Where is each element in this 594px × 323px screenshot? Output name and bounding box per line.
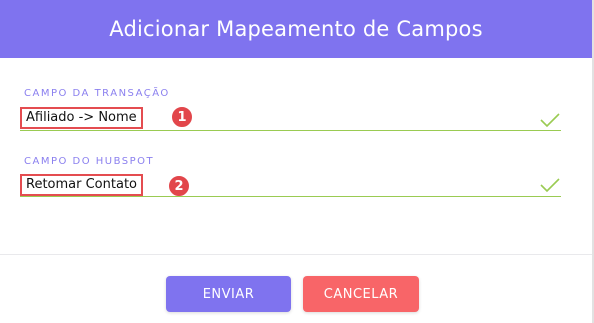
hubspot-field-label: CAMPO DO HUBSPOT [24,156,155,167]
add-field-mapping-dialog: Adicionar Mapeamento de Campos CAMPO DA … [0,0,594,323]
hubspot-field-input[interactable]: Retomar Contato [20,174,143,196]
hubspot-field-group: CAMPO DO HUBSPOT Retomar Contato 2 [20,156,561,200]
check-icon [540,113,560,128]
submit-button[interactable]: ENVIAR [166,276,291,312]
transaction-field-input[interactable]: Afiliado -> Nome [20,107,143,129]
check-icon [540,178,560,193]
footer-divider [0,254,592,255]
dialog-header: Adicionar Mapeamento de Campos [0,0,592,58]
step-badge-1: 1 [171,106,193,128]
dialog-title: Adicionar Mapeamento de Campos [109,17,483,41]
transaction-field-underline [20,130,561,131]
cancel-button[interactable]: CANCELAR [303,276,419,312]
step-badge-2: 2 [168,175,190,197]
transaction-field-group: CAMPO DA TRANSAÇÃO Afiliado -> Nome 1 [20,88,561,132]
hubspot-field-underline [20,196,561,197]
transaction-field-label: CAMPO DA TRANSAÇÃO [24,88,170,99]
